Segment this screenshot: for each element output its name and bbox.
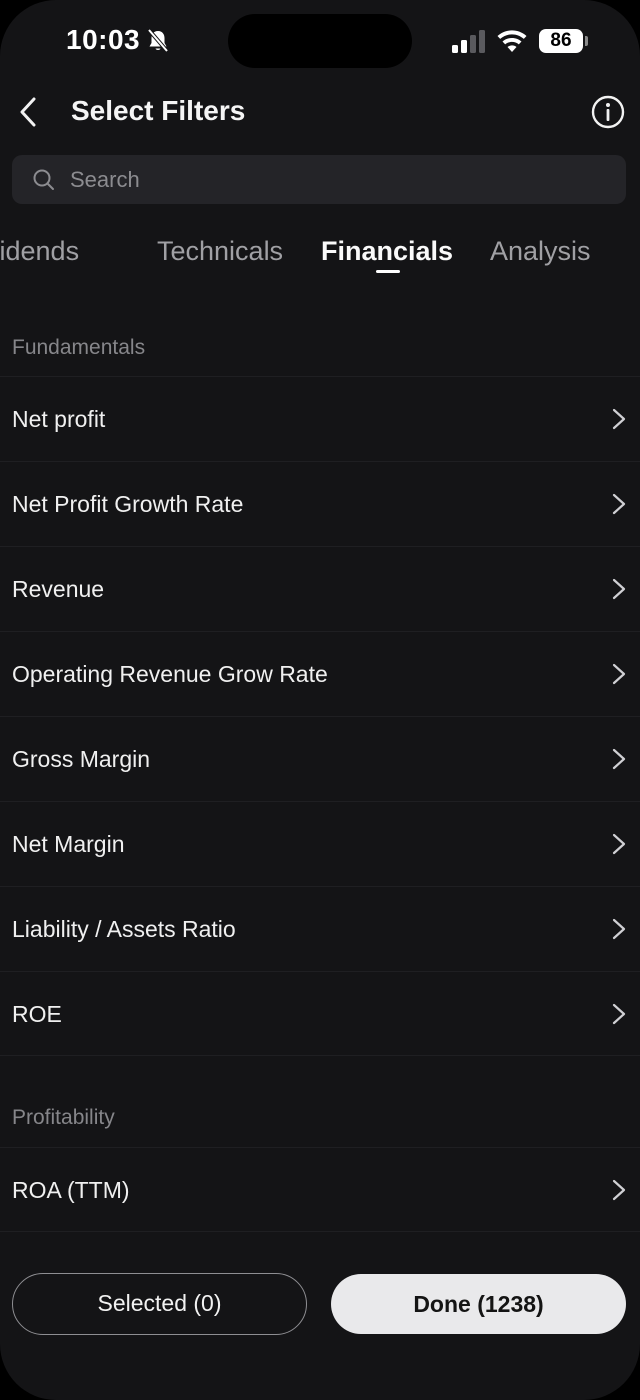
bell-muted-icon (147, 28, 169, 53)
info-icon[interactable] (590, 94, 626, 130)
cellular-signal-icon (452, 30, 485, 53)
filter-row-label: Gross Margin (12, 746, 151, 772)
filter-row-net-profit[interactable]: Net profit (0, 376, 640, 460)
chevron-right-icon (612, 663, 626, 685)
battery-cap (585, 36, 588, 46)
search-bar[interactable] (12, 155, 626, 204)
filter-row-net-margin[interactable]: Net Margin (0, 801, 640, 885)
filter-row-liability-assets-ratio[interactable]: Liability / Assets Ratio (0, 886, 640, 970)
category-tabs: vidends Technicals Financials Analysis (0, 222, 640, 292)
filter-row-roa-ttm[interactable]: ROA (TTM) (0, 1147, 640, 1231)
filter-row-revenue[interactable]: Revenue (0, 546, 640, 630)
filter-row-label: Net Profit Growth Rate (12, 491, 244, 517)
battery-indicator: 86 (539, 29, 583, 53)
status-time: 10:03 (66, 24, 141, 55)
section-header-profitability: Profitability (12, 1106, 115, 1129)
chevron-right-icon (612, 493, 626, 515)
chevron-right-icon (612, 408, 626, 430)
filter-row-roe[interactable]: ROE (0, 971, 640, 1055)
filter-row-label: Revenue (12, 576, 105, 602)
tab-analysis[interactable]: Analysis (490, 236, 591, 267)
filter-row-label: Net profit (12, 406, 106, 432)
filter-row-label: Liability / Assets Ratio (12, 916, 236, 942)
filter-row-label: Net Margin (12, 831, 125, 857)
filter-screen: 10:03 86 Select Filters Search idends Te… (0, 0, 640, 1400)
search-icon (33, 169, 54, 190)
done-button[interactable]: Done (1238) (331, 1274, 626, 1334)
selected-button[interactable]: Selected (0) (12, 1273, 307, 1335)
chevron-left-icon (20, 97, 36, 127)
list-divider (0, 1231, 640, 1232)
filter-row-label: ROA (TTM) (12, 1177, 130, 1203)
filter-row-label: Operating Revenue Grow Rate (12, 661, 328, 687)
section-header-fundamentals: Fundamentals (12, 336, 146, 359)
tab-technicals[interactable]: Technicals (157, 236, 283, 267)
chevron-right-icon (612, 748, 626, 770)
chevron-right-icon (612, 833, 626, 855)
tab-dividends[interactable]: vidends (0, 236, 79, 267)
page-title: Select Filters (71, 95, 246, 126)
wifi-icon (497, 30, 527, 52)
filter-row-operating-revenue-grow-rate[interactable]: Operating Revenue Grow Rate (0, 631, 640, 715)
chevron-right-icon (612, 1003, 626, 1025)
search-input[interactable] (70, 155, 610, 204)
chevron-right-icon (612, 1179, 626, 1201)
filter-row-net-profit-growth-rate[interactable]: Net Profit Growth Rate (0, 461, 640, 545)
filter-row-label: ROE (12, 1001, 62, 1027)
back-button[interactable] (8, 92, 48, 132)
filter-row-gross-margin[interactable]: Gross Margin (0, 716, 640, 800)
tab-financials[interactable]: Financials (321, 236, 453, 267)
list-divider (0, 1055, 640, 1056)
chevron-right-icon (612, 918, 626, 940)
dynamic-island (228, 14, 412, 68)
header: Select Filters (0, 84, 640, 140)
status-bar: 10:03 86 (0, 0, 640, 84)
chevron-right-icon (612, 578, 626, 600)
active-tab-indicator (376, 270, 400, 273)
